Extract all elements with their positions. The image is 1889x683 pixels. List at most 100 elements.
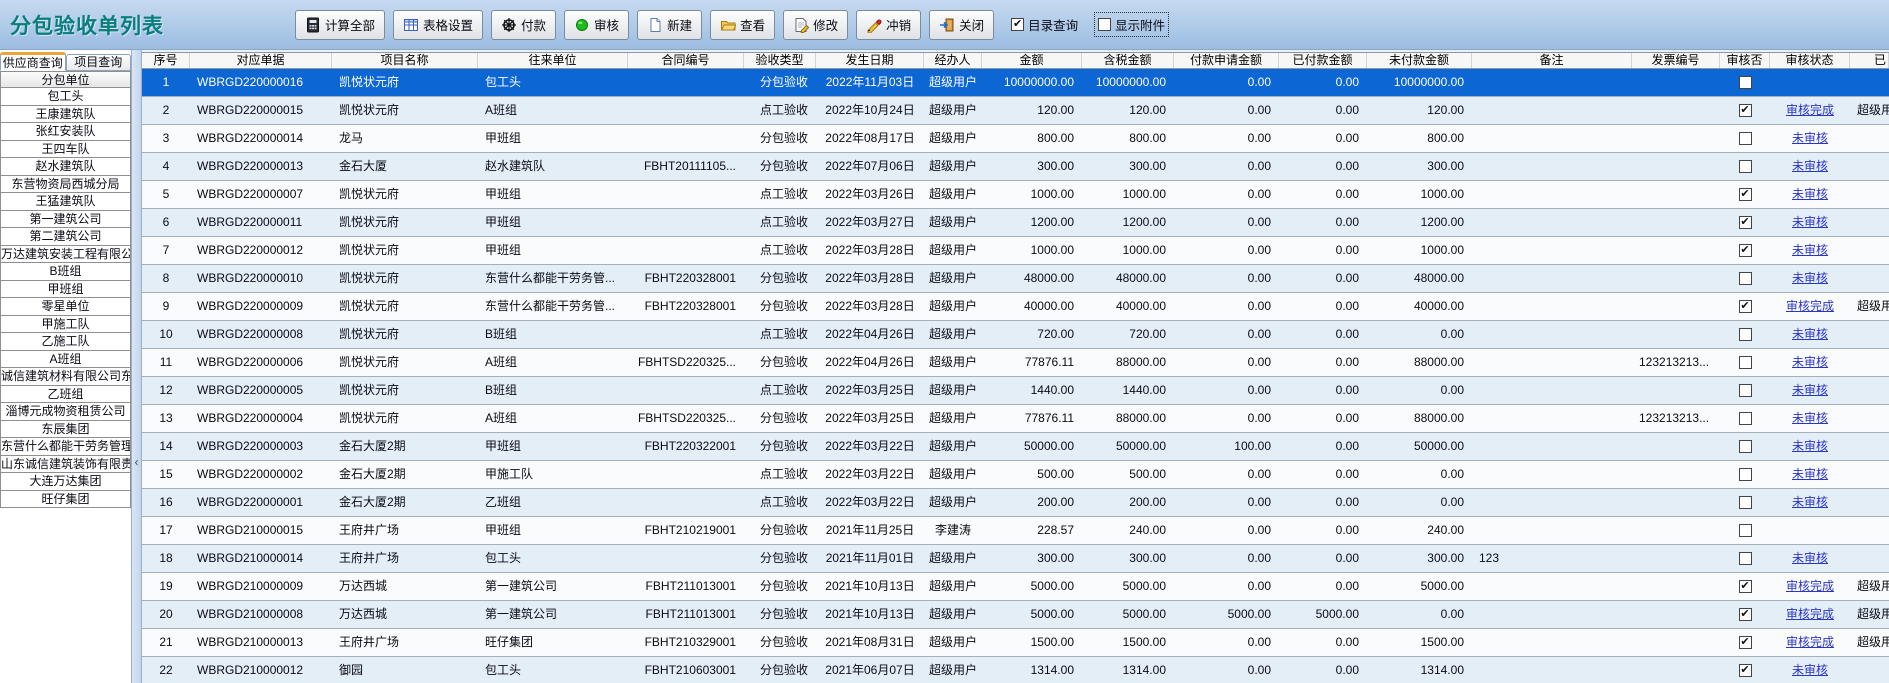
table-row-selected[interactable]: 1WBRGD220000016凯悦状元府包工头分包验收2022年11月03日超级…: [142, 69, 1889, 97]
sidebar-list-item[interactable]: 旺仔集团: [1, 491, 130, 509]
sidebar-list-item[interactable]: 淄博元成物资租赁公司: [1, 403, 130, 421]
audited-checkbox-checked[interactable]: [1739, 636, 1752, 649]
audited-checkbox-checked[interactable]: [1739, 664, 1752, 677]
column-header-doc[interactable]: 对应单据: [190, 53, 332, 68]
column-header-remark[interactable]: 备注: [1472, 53, 1632, 68]
column-header-tax[interactable]: 含税金额: [1082, 53, 1174, 68]
audit-status-link[interactable]: 未审核: [1792, 131, 1828, 145]
sidebar-splitter[interactable]: [131, 50, 142, 683]
audit-status-link[interactable]: 未审核: [1792, 495, 1828, 509]
sidebar-list-item[interactable]: 东营什么都能干劳务管理有: [1, 438, 130, 456]
audit-status-link[interactable]: 未审核: [1792, 411, 1828, 425]
audit-status-link[interactable]: 审核完成: [1786, 299, 1834, 313]
audit-status-link[interactable]: 未审核: [1792, 355, 1828, 369]
sidebar-tab-active[interactable]: 供应商查询: [0, 52, 66, 71]
table-row[interactable]: 18WBRGD210000014王府井广场包工头分包验收2021年11月01日超…: [142, 545, 1889, 573]
sidebar-list-item[interactable]: 王猛建筑队: [1, 193, 130, 211]
column-header-unpaid[interactable]: 未付款金额: [1367, 53, 1472, 68]
sidebar-list-item[interactable]: 山东诚信建筑装饰有限责任: [1, 456, 130, 474]
sidebar-list-item[interactable]: 甲班组: [1, 281, 130, 299]
audited-checkbox-unchecked[interactable]: [1739, 384, 1752, 397]
sidebar-list-item[interactable]: 王康建筑队: [1, 106, 130, 124]
sidebar-list-item[interactable]: 乙施工队: [1, 333, 130, 351]
table-row[interactable]: 5WBRGD220000007凯悦状元府甲班组点工验收2022年03月26日超级…: [142, 181, 1889, 209]
column-header-invoice[interactable]: 发票编号: [1632, 53, 1720, 68]
table-row[interactable]: 7WBRGD220000012凯悦状元府甲班组点工验收2022年03月28日超级…: [142, 237, 1889, 265]
audit-status-link[interactable]: 审核完成: [1786, 103, 1834, 117]
audited-checkbox-checked[interactable]: [1739, 300, 1752, 313]
table-row[interactable]: 21WBRGD210000013王府井广场旺仔集团FBHT210329001分包…: [142, 629, 1889, 657]
audited-checkbox-unchecked[interactable]: [1739, 132, 1752, 145]
table-row[interactable]: 4WBRGD220000013金石大厦赵水建筑队FBHT20111105...分…: [142, 153, 1889, 181]
column-header-amount[interactable]: 金额: [982, 53, 1082, 68]
column-header-audit_status[interactable]: 审核状态: [1770, 53, 1850, 68]
table-row[interactable]: 15WBRGD220000002金石大厦2期甲施工队点工验收2022年03月22…: [142, 461, 1889, 489]
audit-status-link[interactable]: 审核完成: [1786, 607, 1834, 621]
toolbar-button-calculator[interactable]: 计算全部: [295, 10, 385, 40]
column-header-unit[interactable]: 往来单位: [478, 53, 628, 68]
audit-status-link[interactable]: 未审核: [1792, 215, 1828, 229]
audited-checkbox-unchecked[interactable]: [1739, 524, 1752, 537]
sidebar-list-item[interactable]: B班组: [1, 263, 130, 281]
checkbox-icon[interactable]: [1011, 18, 1024, 31]
audited-checkbox-unchecked[interactable]: [1739, 160, 1752, 173]
audited-checkbox-unchecked[interactable]: [1739, 496, 1752, 509]
sidebar-list-item[interactable]: 第一建筑公司: [1, 211, 130, 229]
column-header-type[interactable]: 验收类型: [744, 53, 816, 68]
collapse-arrow-icon[interactable]: [132, 455, 141, 469]
audit-status-link[interactable]: 审核完成: [1786, 635, 1834, 649]
sidebar-list-item[interactable]: 包工头: [1, 88, 130, 106]
audit-status-link[interactable]: 未审核: [1792, 439, 1828, 453]
audited-checkbox-checked[interactable]: [1739, 188, 1752, 201]
toolbar-button-close-door[interactable]: 关闭: [929, 10, 994, 40]
audited-checkbox-checked[interactable]: [1739, 216, 1752, 229]
audit-status-link[interactable]: 未审核: [1792, 327, 1828, 341]
checkbox-icon[interactable]: [1098, 18, 1111, 31]
audited-checkbox-checked[interactable]: [1739, 104, 1752, 117]
audited-checkbox-unchecked[interactable]: [1739, 356, 1752, 369]
toolbar-button-audit-green-ball[interactable]: 审核: [564, 10, 629, 40]
audited-checkbox-unchecked[interactable]: [1739, 440, 1752, 453]
sidebar-list-item[interactable]: 诚信建筑材料有限公司东营: [1, 368, 130, 386]
column-header-seq[interactable]: 序号: [142, 53, 190, 68]
table-row[interactable]: 10WBRGD220000008凯悦状元府B班组点工验收2022年04月26日超…: [142, 321, 1889, 349]
sidebar-list-item[interactable]: 万达建筑安装工程有限公司: [1, 246, 130, 264]
toolbar-button-writeoff-pencil[interactable]: 冲销: [856, 10, 921, 40]
sidebar-list-item[interactable]: 大连万达集团: [1, 473, 130, 491]
audited-checkbox-unchecked[interactable]: [1739, 468, 1752, 481]
audit-status-link[interactable]: 未审核: [1792, 551, 1828, 565]
sidebar-list-item[interactable]: 王四车队: [1, 141, 130, 159]
column-header-date[interactable]: 发生日期: [816, 53, 924, 68]
sidebar-list-item[interactable]: 甲施工队: [1, 316, 130, 334]
sidebar-list-item[interactable]: 第二建筑公司: [1, 228, 130, 246]
audit-status-link[interactable]: 未审核: [1792, 663, 1828, 677]
audited-checkbox-unchecked[interactable]: [1739, 552, 1752, 565]
table-row[interactable]: 14WBRGD220000003金石大厦2期甲班组FBHT220322001分包…: [142, 433, 1889, 461]
table-row[interactable]: 20WBRGD210000008万达西城第一建筑公司FBHT211013001分…: [142, 601, 1889, 629]
toolbar-button-payment-wheel[interactable]: 付款: [491, 10, 556, 40]
toolbar-button-modify-edit[interactable]: 修改: [783, 10, 848, 40]
table-row[interactable]: 13WBRGD220000004凯悦状元府A班组FBHTSD220325...分…: [142, 405, 1889, 433]
toolbar-checkbox[interactable]: 目录查询: [1008, 13, 1081, 36]
column-header-paid[interactable]: 已付款金额: [1279, 53, 1367, 68]
column-header-operator[interactable]: 经办人: [924, 53, 982, 68]
audit-status-link[interactable]: 审核完成: [1786, 579, 1834, 593]
audit-status-link[interactable]: 未审核: [1792, 187, 1828, 201]
table-row[interactable]: 6WBRGD220000011凯悦状元府甲班组点工验收2022年03月27日超级…: [142, 209, 1889, 237]
sidebar-list-item[interactable]: 零星单位: [1, 298, 130, 316]
table-row[interactable]: 12WBRGD220000005凯悦状元府B班组点工验收2022年03月25日超…: [142, 377, 1889, 405]
table-row[interactable]: 11WBRGD220000006凯悦状元府A班组FBHTSD220325...分…: [142, 349, 1889, 377]
table-row[interactable]: 9WBRGD220000009凯悦状元府东营什么都能干劳务管...FBHT220…: [142, 293, 1889, 321]
audited-checkbox-checked[interactable]: [1739, 580, 1752, 593]
audit-status-link[interactable]: 未审核: [1792, 243, 1828, 257]
table-row[interactable]: 2WBRGD220000015凯悦状元府A班组点工验收2022年10月24日超级…: [142, 97, 1889, 125]
toolbar-button-new-document[interactable]: 新建: [637, 10, 702, 40]
sidebar-list-item[interactable]: 赵水建筑队: [1, 158, 130, 176]
audit-status-link[interactable]: 未审核: [1792, 271, 1828, 285]
audited-checkbox-checked[interactable]: [1739, 608, 1752, 621]
audit-status-link[interactable]: 未审核: [1792, 383, 1828, 397]
table-row[interactable]: 8WBRGD220000010凯悦状元府东营什么都能干劳务管...FBHT220…: [142, 265, 1889, 293]
toolbar-button-view-folder[interactable]: 查看: [710, 10, 775, 40]
sidebar-tab-inactive[interactable]: 项目查询: [66, 54, 132, 71]
column-header-contract[interactable]: 合同编号: [628, 53, 744, 68]
